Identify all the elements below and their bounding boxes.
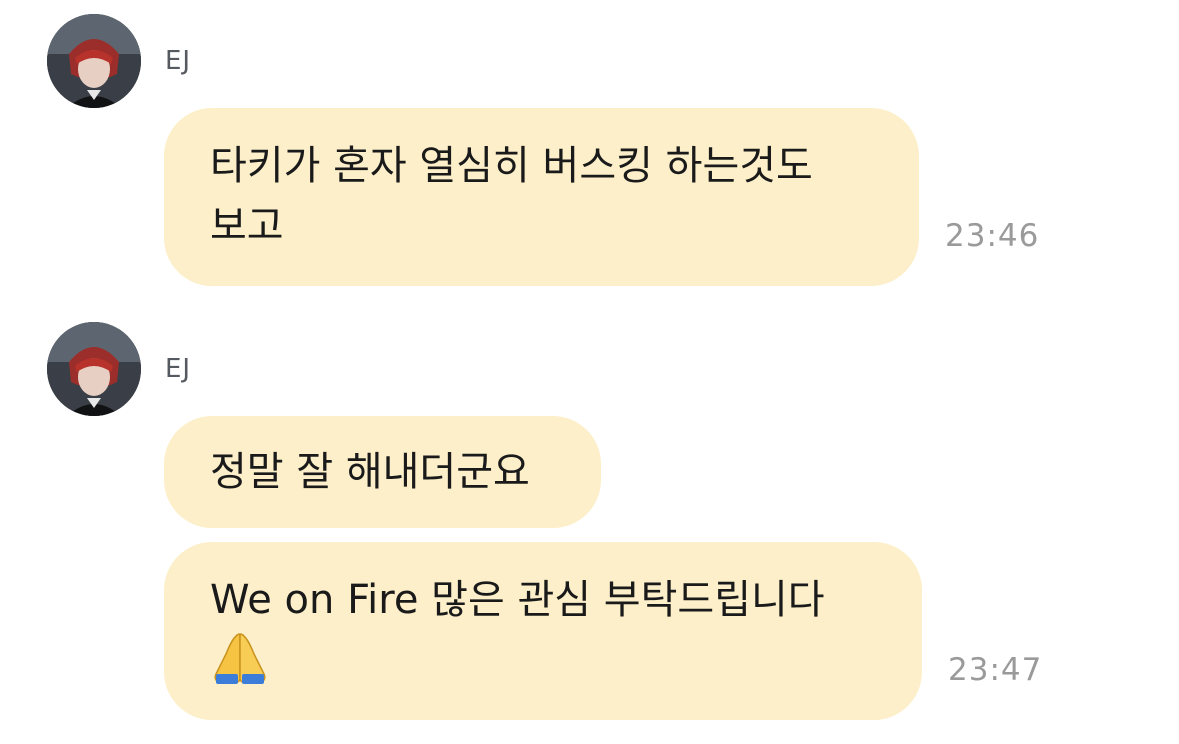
message-timestamp: 23:46: [945, 218, 1040, 254]
avatar[interactable]: [47, 322, 141, 416]
message-text-line: We on Fire 많은 관심 부탁드립니다: [210, 577, 825, 623]
message-text-line: 타키가 혼자 열심히 버스킹 하는것도: [210, 143, 813, 189]
folded-hands-icon: [210, 630, 270, 703]
message-bubble[interactable]: We on Fire 많은 관심 부탁드립니다: [164, 542, 922, 720]
sender-name: EJ: [165, 354, 192, 384]
message-emoji-line: [210, 630, 880, 703]
message-text-line: 보고: [210, 203, 284, 249]
avatar[interactable]: [47, 14, 141, 108]
message-timestamp: 23:47: [948, 652, 1043, 688]
chat-view: EJ 타키가 혼자 열심히 버스킹 하는것도 보고 23:46 EJ 정말 잘 …: [0, 0, 1179, 744]
message-bubble[interactable]: 정말 잘 해내더군요: [164, 416, 601, 528]
message-text-line: 정말 잘 해내더군요: [210, 449, 530, 495]
sender-name: EJ: [165, 46, 192, 76]
message-bubble[interactable]: 타키가 혼자 열심히 버스킹 하는것도 보고: [164, 108, 919, 286]
